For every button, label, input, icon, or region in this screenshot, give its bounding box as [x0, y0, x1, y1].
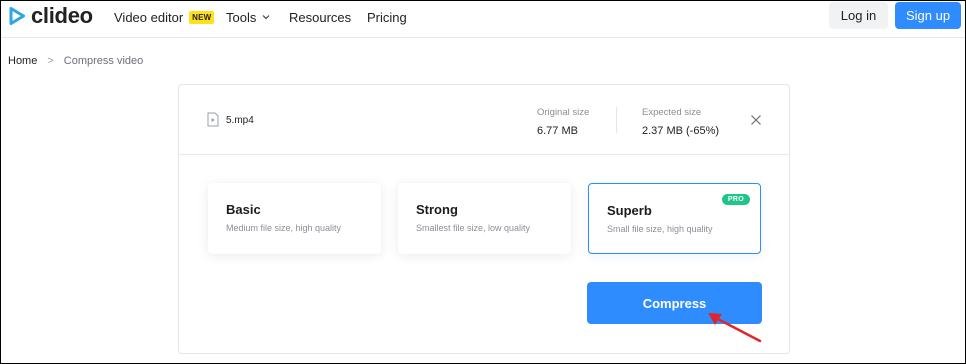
- option-title: Basic: [226, 202, 261, 217]
- login-button[interactable]: Log in: [829, 2, 888, 29]
- nav-pricing[interactable]: Pricing: [367, 9, 407, 25]
- expected-size: Expected size 2.37 MB (-65%): [642, 107, 719, 137]
- clideo-logo[interactable]: clideo: [8, 4, 93, 28]
- pro-badge: PRO: [721, 194, 750, 205]
- option-title: Superb: [607, 203, 652, 218]
- new-badge: NEW: [189, 10, 215, 24]
- nav-resources[interactable]: Resources: [289, 9, 351, 25]
- option-superb[interactable]: Superb Small file size, high quality PRO: [588, 183, 761, 254]
- option-subtitle: Smallest file size, low quality: [416, 223, 531, 233]
- compress-card: 5.mp4 Original size 6.77 MB Expected siz…: [178, 84, 790, 354]
- original-size-value: 6.77 MB: [537, 125, 578, 137]
- play-logo-icon: [9, 7, 25, 25]
- nav-video-editor[interactable]: Video editor NEW: [114, 9, 215, 25]
- file-name: 5.mp4: [226, 115, 254, 126]
- option-strong[interactable]: Strong Smallest file size, low quality: [398, 183, 571, 254]
- nav-tools[interactable]: Tools: [226, 9, 271, 25]
- arrow-annotation-icon: [708, 313, 762, 343]
- nav-tools-label: Tools: [226, 9, 257, 25]
- chevron-down-icon: [262, 15, 270, 20]
- original-size-label: Original size: [537, 107, 590, 118]
- original-size: Original size 6.77 MB: [537, 107, 589, 137]
- signup-button[interactable]: Sign up: [895, 2, 961, 29]
- top-header: clideo Video editor NEW Tools Resources …: [0, 0, 966, 38]
- nav-resources-label: Resources: [289, 9, 352, 25]
- expected-size-label: Expected size: [642, 107, 702, 118]
- close-icon[interactable]: [750, 114, 762, 126]
- nav-pricing-label: Pricing: [367, 9, 407, 25]
- size-divider: [616, 107, 617, 133]
- option-title: Strong: [416, 202, 458, 217]
- breadcrumb-separator: >: [47, 55, 54, 67]
- option-subtitle: Medium file size, high quality: [226, 223, 342, 233]
- option-basic[interactable]: Basic Medium file size, high quality: [208, 183, 381, 254]
- breadcrumb: Home > Compress video: [8, 55, 143, 67]
- breadcrumb-current: Compress video: [63, 55, 144, 67]
- nav-video-editor-label: Video editor: [114, 9, 184, 25]
- breadcrumb-home[interactable]: Home: [8, 55, 37, 67]
- expected-size-value: 2.37 MB (-65%): [642, 125, 720, 137]
- file-info-row: 5.mp4 Original size 6.77 MB Expected siz…: [179, 85, 789, 155]
- option-subtitle: Small file size, high quality: [607, 224, 713, 234]
- file-icon: [207, 112, 219, 127]
- logo-text: clideo: [31, 3, 93, 28]
